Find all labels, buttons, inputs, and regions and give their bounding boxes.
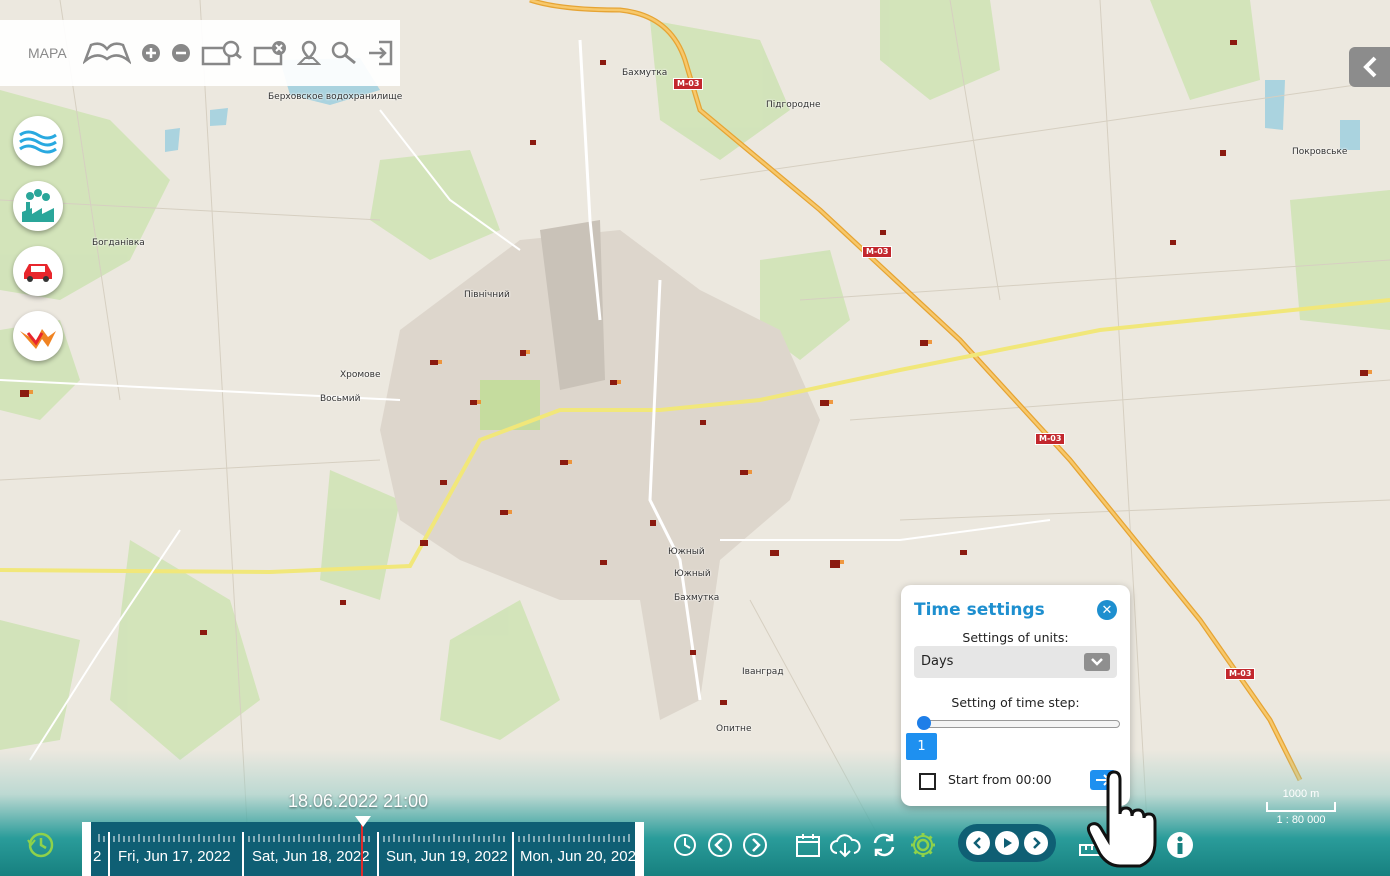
calendar-button[interactable] [793, 830, 823, 860]
map-label-ivangrad: Іванград [742, 667, 784, 677]
day-separator [512, 832, 514, 876]
time-settings-title: Time settings [914, 600, 1045, 620]
road-shield-m03: М-03 [673, 78, 704, 90]
exit-icon[interactable] [367, 38, 393, 68]
playback-controls [958, 824, 1056, 862]
water-layer-button[interactable] [13, 116, 63, 166]
map-label-yuzhnyi-1: Южный [668, 547, 705, 557]
map-label-bakhmutka-north: Бахмутка [622, 68, 668, 78]
map-label-yuzhnyi-2: Южный [674, 569, 711, 579]
step-back-button[interactable] [705, 830, 735, 860]
current-time-pointer[interactable] [355, 816, 371, 827]
timeline-day-label: Sun, Jun 19, 2022 [386, 848, 508, 865]
map-canvas[interactable] [0, 0, 1390, 876]
units-select-value: Days [921, 654, 954, 669]
map-label-vosmyi: Восьмий [320, 394, 361, 404]
place-marker-icon[interactable] [296, 38, 321, 68]
gear-icon [911, 833, 935, 857]
map-label-pivnichnyi: Північний [464, 290, 510, 300]
calendar-icon [796, 834, 820, 857]
timeline-day-label: Sat, Jun 18, 2022 [252, 848, 370, 865]
play-icon [1003, 838, 1012, 848]
start-from-midnight-label: Start from 00:00 [948, 772, 1052, 787]
chevron-left-icon [708, 833, 732, 857]
road-shield-m03: М-03 [862, 246, 893, 258]
map-label-bakhmutka-south: Бахмутка [674, 593, 720, 603]
chevron-down-icon[interactable] [1084, 653, 1110, 671]
download-button[interactable] [829, 830, 861, 860]
fire-layer-icon [20, 329, 56, 349]
clear-selection-icon[interactable] [253, 38, 287, 68]
units-label: Settings of units: [962, 630, 1069, 645]
start-from-midnight-checkbox[interactable] [919, 773, 936, 790]
map-label-pokrovske: Покровське [1292, 147, 1348, 157]
industry-emissions-layer-icon [22, 189, 54, 222]
history-clock-icon[interactable] [26, 830, 56, 860]
day-separator [108, 832, 110, 876]
map-label-pidgorodne: Підгородне [766, 100, 821, 110]
magnify-area-icon[interactable] [201, 38, 243, 68]
day-separator [242, 832, 244, 876]
traffic-car-layer-button[interactable] [13, 246, 63, 296]
map-scale: 1000 m 1 : 80 000 [1266, 788, 1336, 826]
timeline-day-label: Mon, Jun 20, 2022 [520, 848, 644, 865]
close-icon[interactable]: ✕ [1097, 600, 1117, 620]
open-book-icon[interactable] [82, 38, 131, 68]
day-separator [377, 832, 379, 876]
top-toolbar: МАРА [0, 20, 400, 86]
collapse-panel-button[interactable] [1349, 47, 1390, 87]
industry-emissions-layer-button[interactable] [13, 181, 63, 231]
map-label-reservoir: Берховское водохранилище [268, 92, 403, 102]
road-shield-m03: М-03 [1225, 668, 1256, 680]
chevron-left-icon [1362, 56, 1376, 78]
current-time-marker[interactable] [361, 822, 363, 876]
play-button[interactable] [994, 831, 1019, 855]
refresh-button[interactable] [869, 830, 899, 860]
clock-icon [674, 834, 696, 856]
road-shield-m03: М-03 [1035, 433, 1066, 445]
time-step-slider[interactable] [917, 716, 1120, 730]
step-forward-button[interactable] [740, 830, 770, 860]
timeline-strip[interactable]: 2 Fri, Jun 17, 2022 Sat, Jun 18, 2022 Su… [82, 822, 644, 876]
timeline-day-label: 2 [93, 848, 102, 865]
chevron-right-icon [1032, 837, 1041, 849]
map-menu-label[interactable]: МАРА [28, 45, 67, 61]
slider-thumb[interactable] [917, 716, 931, 730]
cloud-download-icon [830, 834, 861, 858]
time-step-value: 1 [906, 733, 937, 760]
water-layer-icon [19, 130, 57, 154]
scale-bar [1266, 802, 1336, 812]
play-next-button[interactable] [1023, 831, 1048, 855]
play-prev-button[interactable] [966, 831, 991, 855]
time-step-label: Setting of time step: [951, 695, 1080, 710]
current-datetime: 18.06.2022 21:00 [288, 791, 429, 811]
chevron-right-icon [743, 833, 767, 857]
zoom-in-icon[interactable] [141, 38, 161, 68]
fire-layer-button[interactable] [13, 311, 63, 361]
search-key-icon[interactable] [331, 38, 357, 68]
chevron-left-icon [973, 837, 982, 849]
scale-ratio: 1 : 80 000 [1276, 814, 1326, 826]
units-select[interactable]: Days [914, 646, 1117, 678]
time-clock-button[interactable] [670, 830, 700, 860]
time-settings-button[interactable] [908, 830, 938, 860]
refresh-icon [873, 833, 895, 857]
hand-pointer-cursor [1086, 770, 1162, 870]
timeline-day-label: Fri, Jun 17, 2022 [118, 848, 231, 865]
info-icon [1167, 832, 1193, 858]
scale-distance: 1000 m [1282, 788, 1320, 800]
map-label-opytne: Опитне [716, 724, 752, 734]
map-label-bohdanivka: Богданівка [92, 238, 145, 248]
traffic-car-layer-icon [24, 264, 52, 282]
zoom-out-icon[interactable] [171, 38, 191, 68]
info-button[interactable] [1165, 830, 1195, 860]
map-label-khromove: Хромове [340, 370, 381, 380]
